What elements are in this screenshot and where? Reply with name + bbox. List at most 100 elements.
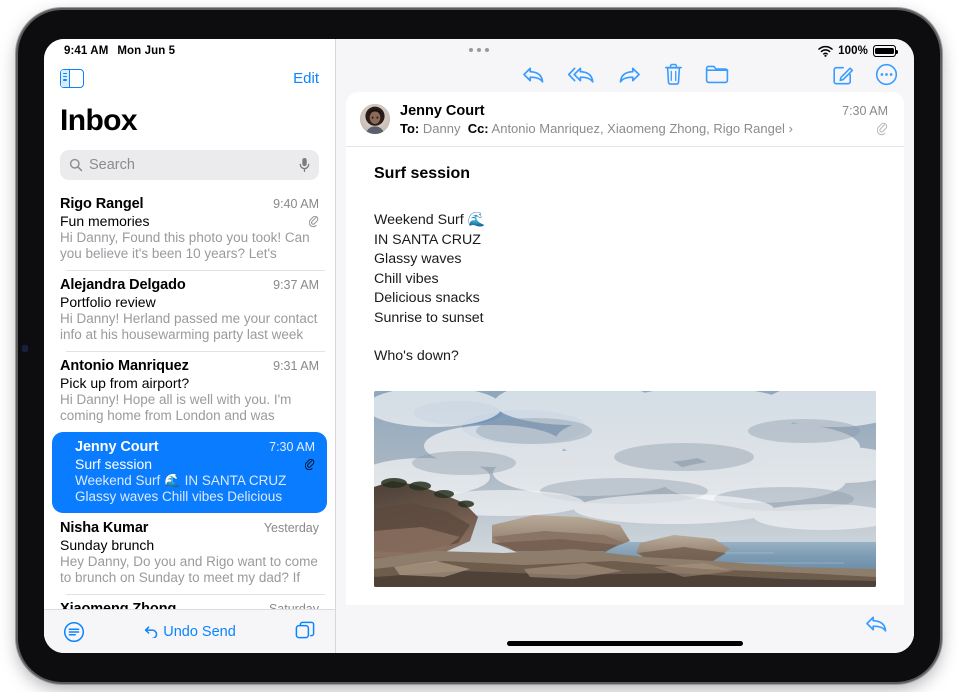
message-subject: Surf session (374, 165, 876, 183)
mail-preview: Weekend Surf 🌊 IN SANTA CRUZ Glassy wave… (75, 473, 315, 505)
message-photo-attachment[interactable] (374, 391, 876, 587)
mail-message-list[interactable]: Rigo Rangel 9:40 AM Fun memoriesHi Danny, … (44, 189, 335, 609)
message-header-bottom-row: To: Danny Cc: Antonio Manriquez, Xiaomen… (400, 121, 888, 136)
mail-sender: Alejandra Delgado (60, 277, 186, 293)
mail-row-top: Alejandra Delgado 9:37 AM (60, 277, 319, 293)
mail-sidebar: Edit Inbox Search Rigo Rangel9 (44, 39, 336, 653)
to-value: Danny (423, 121, 461, 136)
message-body-line: Delicious snacks (374, 289, 876, 309)
message-header[interactable]: Jenny Court 7:30 AM To: Danny Cc: Antoni… (346, 92, 904, 147)
search-placeholder: Search (89, 157, 293, 173)
mail-preview: Hi Danny, Found this photo you took! Can… (60, 230, 319, 262)
mail-subject: Fun memories (60, 213, 149, 229)
body-spacer (374, 328, 876, 347)
mail-subject: Portfolio review (60, 294, 156, 310)
mail-sender: Xiaomeng Zhong (60, 601, 176, 609)
edit-button[interactable]: Edit (293, 70, 319, 87)
mail-sender: Antonio Manriquez (60, 358, 189, 374)
device-side-button[interactable] (22, 345, 28, 352)
mail-subject: Sunday brunch (60, 537, 154, 553)
search-input[interactable]: Search (60, 150, 319, 180)
message-body-closing: Who's down? (374, 347, 876, 367)
message-toolbar-actions (521, 63, 729, 86)
mail-row-top: Antonio Manriquez 9:31 AM (60, 358, 319, 374)
message-header-top-row: Jenny Court 7:30 AM (400, 103, 888, 119)
mail-row-top: Jenny Court7:30 AM (75, 439, 315, 455)
folder-icon[interactable] (705, 64, 729, 85)
mail-time: Yesterday (256, 521, 319, 535)
message-card: Jenny Court 7:30 AM To: Danny Cc: Antoni… (346, 92, 904, 605)
mail-preview: Hey Danny, Do you and Rigo want to come … (60, 554, 319, 586)
message-body-line: Glassy waves (374, 250, 876, 270)
message-recipients[interactable]: To: Danny Cc: Antonio Manriquez, Xiaomen… (400, 121, 793, 136)
trash-icon[interactable] (664, 63, 683, 86)
mail-row-top: Nisha Kumar Yesterday (60, 520, 319, 536)
chevron-right-icon[interactable]: › (789, 121, 793, 136)
mail-row-top: Rigo Rangel 9:40 AM (60, 196, 319, 212)
mail-time: Saturday (261, 602, 319, 609)
cc-label: Cc: (468, 121, 489, 136)
mail-time: 9:37 AM (265, 278, 319, 292)
mail-list-item[interactable]: Jenny Court7:30 AMSurf sessionWeekend Su… (52, 432, 327, 513)
new-window-icon[interactable] (295, 621, 316, 642)
reply-arrow-icon[interactable] (521, 64, 546, 86)
message-body-line: IN SANTA CRUZ (374, 231, 876, 251)
search-icon (69, 158, 83, 172)
mail-subject: Pick up from airport? (60, 375, 189, 391)
cc-value: Antonio Manriquez, Xiaomeng Zhong, Rigo … (492, 121, 785, 136)
mail-row-subject-line: Portfolio review (60, 294, 319, 310)
mail-row-subject-line: Fun memories (60, 213, 319, 229)
undo-arrow-icon (144, 625, 159, 638)
mail-row-subject-line: Sunday brunch (60, 537, 319, 553)
message-timestamp: 7:30 AM (832, 104, 888, 118)
mail-sender: Nisha Kumar (60, 520, 148, 536)
mail-row-top: Xiaomeng Zhong Saturday (60, 601, 319, 609)
mail-time: 9:31 AM (265, 359, 319, 373)
undo-send-label: Undo Send (163, 624, 236, 640)
message-sender-name: Jenny Court (400, 103, 485, 119)
mail-preview: Hi Danny! Hope all is well with you. I'm… (60, 392, 319, 424)
more-ellipsis-circle-icon[interactable] (875, 63, 898, 86)
message-body-line: Chill vibes (374, 270, 876, 290)
message-body-lines: Weekend Surf 🌊IN SANTA CRUZGlassy wavesC… (374, 211, 876, 328)
filter-icon[interactable] (63, 621, 85, 643)
mail-time: 7:30 AM (261, 440, 315, 454)
message-toolbar (336, 39, 914, 92)
sidebar-toggle-icon[interactable] (60, 69, 84, 88)
message-footer-toolbar (336, 605, 914, 653)
undo-send-button[interactable]: Undo Send (144, 624, 236, 640)
multitasking-dots-icon[interactable] (469, 48, 489, 52)
sidebar-toggle-lines (63, 73, 66, 81)
message-toolbar-right (832, 63, 898, 86)
to-label: To: (400, 121, 419, 136)
mail-time: 9:40 AM (265, 197, 319, 211)
page-title: Inbox (60, 104, 319, 138)
coastal-cliff-photo (374, 391, 876, 587)
message-pane: Jenny Court 7:30 AM To: Danny Cc: Antoni… (336, 39, 914, 653)
reply-all-arrow-icon[interactable] (568, 64, 595, 86)
mail-list-item[interactable]: Nisha Kumar Yesterday Sunday brunchHey Dan… (44, 513, 335, 594)
forward-arrow-icon[interactable] (617, 64, 642, 86)
mail-list-item[interactable]: Xiaomeng ZhongSaturdaySummer barbecueDan… (44, 594, 335, 609)
message-body-line: Sunrise to sunset (374, 309, 876, 329)
message-header-text: Jenny Court 7:30 AM To: Danny Cc: Antoni… (400, 103, 888, 136)
compose-icon[interactable] (832, 64, 854, 86)
ipad-device-frame: Edit Inbox Search Rigo Rangel9 (18, 10, 940, 682)
mail-subject: Surf session (75, 456, 152, 472)
mail-list-item[interactable]: Antonio Manriquez 9:31 AM Pick up from air… (44, 351, 335, 432)
message-body: Surf session Weekend Surf 🌊IN SANTA CRUZ… (346, 147, 904, 605)
mail-list-item[interactable]: Rigo Rangel 9:40 AM Fun memoriesHi Danny, … (44, 189, 335, 270)
microphone-icon[interactable] (299, 157, 310, 173)
home-indicator (507, 641, 743, 646)
avatar-photo (360, 104, 390, 134)
mail-sender: Rigo Rangel (60, 196, 144, 212)
sidebar-header: Edit Inbox Search (44, 39, 335, 180)
paperclip-icon (309, 215, 319, 228)
paperclip-icon (877, 122, 888, 136)
paperclip-icon (305, 458, 315, 471)
sidebar-nav-row: Edit (60, 64, 319, 92)
ipad-screen: Edit Inbox Search Rigo Rangel9 (44, 39, 914, 653)
mail-list-item[interactable]: Alejandra Delgado 9:37 AM Portfolio review… (44, 270, 335, 351)
reply-arrow-icon[interactable] (864, 613, 889, 635)
message-body-line: Weekend Surf 🌊 (374, 211, 876, 231)
